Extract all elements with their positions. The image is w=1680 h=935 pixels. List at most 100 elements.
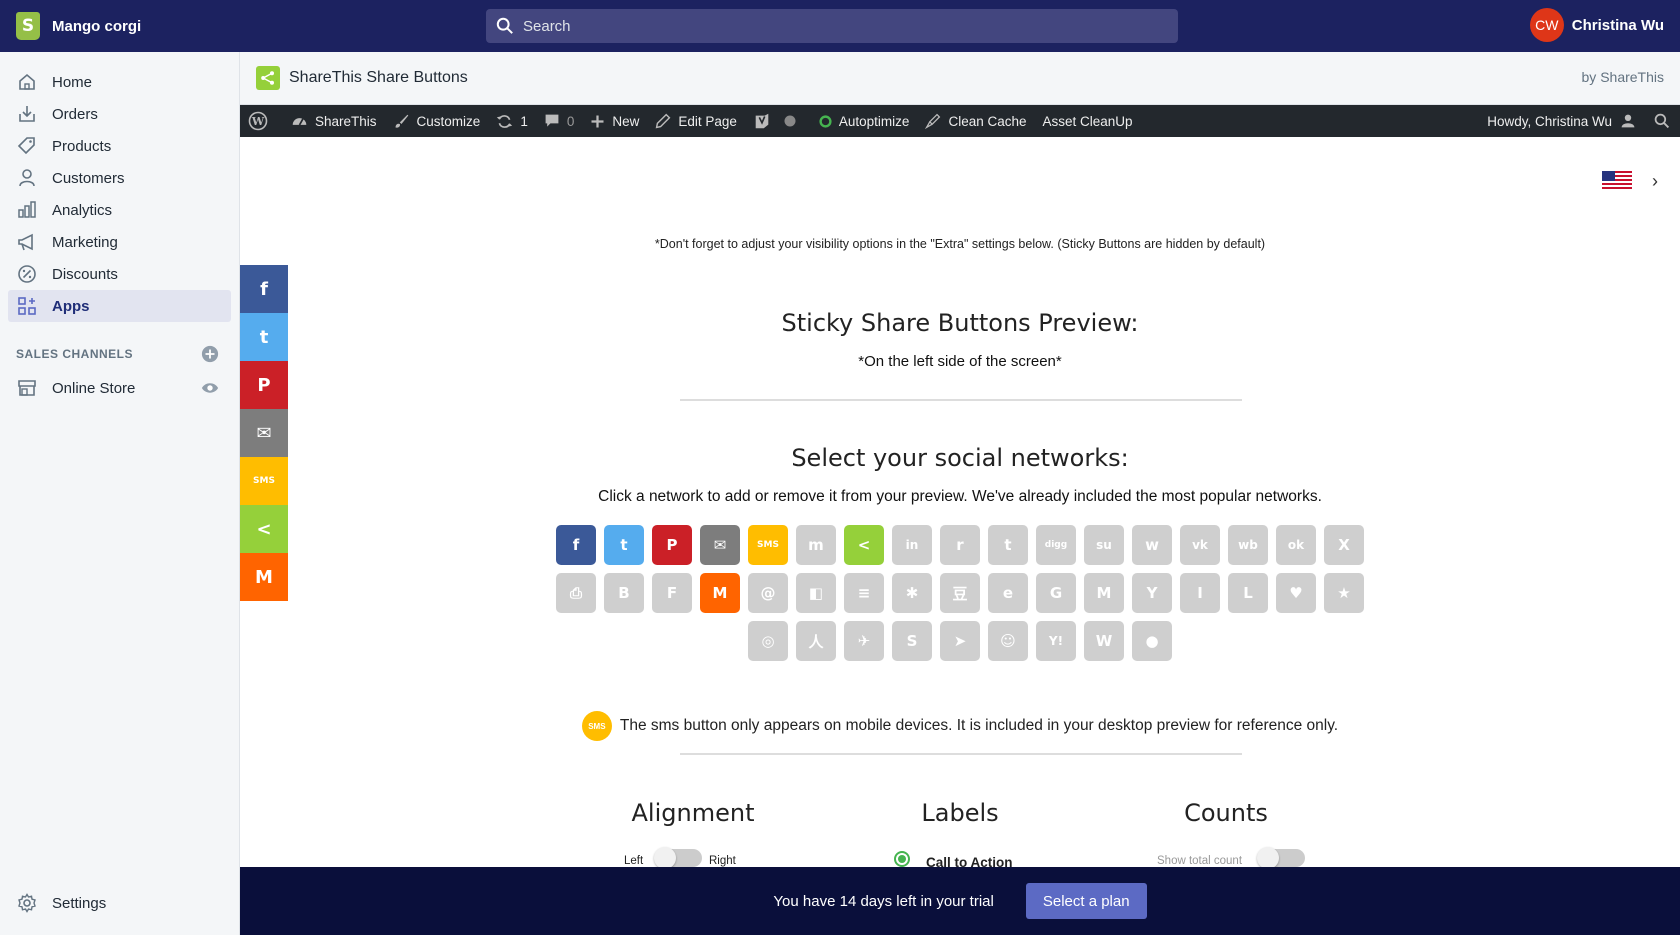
add-channel-icon[interactable] — [201, 345, 219, 363]
livejournal-share-button[interactable]: ✱ — [892, 573, 932, 613]
yahoo-share-button[interactable]: Y! — [1036, 621, 1076, 661]
delicious-share-button[interactable]: ◧ — [796, 573, 836, 613]
weibo-share-button[interactable]: wb — [1228, 525, 1268, 565]
twitter-share-button[interactable]: t — [240, 313, 288, 361]
xing-share-button[interactable]: X — [1324, 525, 1364, 565]
wordpress-logo-icon[interactable]: W — [248, 111, 275, 131]
odnoklassniki-share-button[interactable]: ok — [1276, 525, 1316, 565]
sidebar-item-customers[interactable]: Customers — [8, 162, 231, 194]
instapaper-share-button[interactable]: I — [1180, 573, 1220, 613]
sales-channels-header: SALES CHANNELS — [16, 342, 231, 366]
reddit-share-button[interactable]: r — [940, 525, 980, 565]
chevron-right-icon[interactable]: › — [1652, 171, 1658, 192]
wp-asset-cleanup[interactable]: Asset CleanUp — [1043, 114, 1133, 129]
search-placeholder: Search — [523, 17, 571, 35]
weibo-icon: wb — [1238, 538, 1258, 552]
stumbleupon-share-button[interactable]: su — [1084, 525, 1124, 565]
google-share-button[interactable]: G — [1036, 573, 1076, 613]
wechat-share-button[interactable]: ● — [1132, 621, 1172, 661]
pocket-share-button[interactable]: ♥ — [1276, 573, 1316, 613]
wp-comments[interactable]: 0 — [544, 113, 574, 129]
linkedin-share-button[interactable]: in — [892, 525, 932, 565]
sharethis-share-button[interactable]: < — [240, 505, 288, 553]
pinterest-share-button[interactable]: P — [240, 361, 288, 409]
user-menu[interactable]: CW Christina Wu — [1529, 8, 1664, 42]
wordpress-share-button[interactable]: W — [1084, 621, 1124, 661]
sharethis-share-button[interactable]: < — [844, 525, 884, 565]
total-count-toggle[interactable] — [1257, 847, 1305, 869]
email-share-button[interactable]: ✉ — [240, 409, 288, 457]
evernote-share-button[interactable]: e — [988, 573, 1028, 613]
douban-share-button[interactable]: 豆 — [940, 573, 980, 613]
wp-new[interactable]: New — [590, 114, 639, 129]
plus-icon — [591, 115, 604, 127]
meneame-icon: M — [712, 584, 728, 602]
eye-icon[interactable] — [201, 379, 219, 397]
vk-contact-icon: ☺ — [1000, 632, 1016, 650]
search-bar[interactable]: Search — [486, 9, 1178, 43]
pinterest-share-button[interactable]: P — [652, 525, 692, 565]
wp-edit-page[interactable]: Edit Page — [655, 113, 737, 129]
gmail-share-button[interactable]: M — [1084, 573, 1124, 613]
email-share-button[interactable]: ✉ — [700, 525, 740, 565]
sms-share-button[interactable]: SMS — [748, 525, 788, 565]
mailru-share-button[interactable]: @ — [748, 573, 788, 613]
search-icon[interactable] — [1654, 113, 1670, 129]
sidebar-item-settings[interactable]: Settings — [8, 887, 231, 919]
refind-share-button[interactable]: ◎ — [748, 621, 788, 661]
sidebar-item-analytics[interactable]: Analytics — [8, 194, 231, 226]
facebook-icon: f — [260, 278, 268, 300]
meneame-share-button[interactable]: M — [240, 553, 288, 601]
visibility-note: *Don't forget to adjust your visibility … — [654, 237, 1266, 251]
line-share-button[interactable]: L — [1228, 573, 1268, 613]
sidebar-item-home[interactable]: Home — [8, 66, 231, 98]
tumblr-share-button[interactable]: t — [988, 525, 1028, 565]
sinaweibo-bird-share-button[interactable]: ✈ — [844, 621, 884, 661]
qzone-share-button[interactable]: ★ — [1324, 573, 1364, 613]
whatsapp-share-button[interactable]: w — [1132, 525, 1172, 565]
network-row-3: ◎ 人 ✈ S ➤ ☺ Y! W ● — [240, 617, 1680, 665]
buffer-share-button[interactable]: ≡ — [844, 573, 884, 613]
select-plan-button[interactable]: Select a plan — [1025, 883, 1147, 919]
wp-clean-cache[interactable]: Clean Cache — [925, 113, 1027, 129]
flipboard-share-button[interactable]: F — [652, 573, 692, 613]
wp-edit-page-label: Edit Page — [678, 113, 737, 129]
wp-updates[interactable]: 1 — [496, 113, 528, 130]
meneame-share-button[interactable]: M — [700, 573, 740, 613]
digg-share-button[interactable]: digg — [1036, 525, 1076, 565]
print-share-button[interactable]: ⎙ — [556, 573, 596, 613]
sidebar-item-online-store[interactable]: Online Store — [8, 372, 231, 404]
wp-customize[interactable]: Customize — [393, 113, 480, 130]
svg-text:W: W — [251, 115, 265, 128]
yoast-icon[interactable] — [753, 112, 803, 130]
telegram-share-button[interactable]: ➤ — [940, 621, 980, 661]
facebook-share-button[interactable]: f — [240, 265, 288, 313]
apps-icon — [16, 295, 38, 317]
blogger-share-button[interactable]: B — [604, 573, 644, 613]
wp-clean-cache-label: Clean Cache — [948, 113, 1027, 129]
sidebar-item-discounts[interactable]: Discounts — [8, 258, 231, 290]
wp-sharethis[interactable]: ShareThis — [291, 113, 377, 130]
person-icon — [16, 167, 38, 189]
yahoo-mail-share-button[interactable]: Y — [1132, 573, 1172, 613]
store-switcher[interactable]: S Mango corgi — [16, 12, 486, 40]
alignment-toggle[interactable] — [654, 847, 702, 869]
radio-selected-icon[interactable] — [894, 851, 910, 867]
alignment-right-label: Right — [709, 855, 736, 867]
sharethis-config: › *Don't forget to adjust your visibilit… — [240, 137, 1680, 935]
sidebar-item-orders[interactable]: Orders — [8, 98, 231, 130]
vk-contact-share-button[interactable]: ☺ — [988, 621, 1028, 661]
vk-share-button[interactable]: vk — [1180, 525, 1220, 565]
renren-share-button[interactable]: 人 — [796, 621, 836, 661]
sidebar-item-marketing[interactable]: Marketing — [8, 226, 231, 258]
sidebar-item-products[interactable]: Products — [8, 130, 231, 162]
wp-autoptimize[interactable]: Autoptimize — [819, 114, 909, 129]
sms-share-button[interactable]: SMS — [240, 457, 288, 505]
facebook-share-button[interactable]: f — [556, 525, 596, 565]
us-flag-icon[interactable] — [1602, 171, 1632, 191]
twitter-share-button[interactable]: t — [604, 525, 644, 565]
sidebar-item-apps[interactable]: Apps — [8, 290, 231, 322]
skype-share-button[interactable]: S — [892, 621, 932, 661]
messenger-share-button[interactable]: m — [796, 525, 836, 565]
wp-account[interactable]: Howdy, Christina Wu — [1487, 113, 1670, 129]
